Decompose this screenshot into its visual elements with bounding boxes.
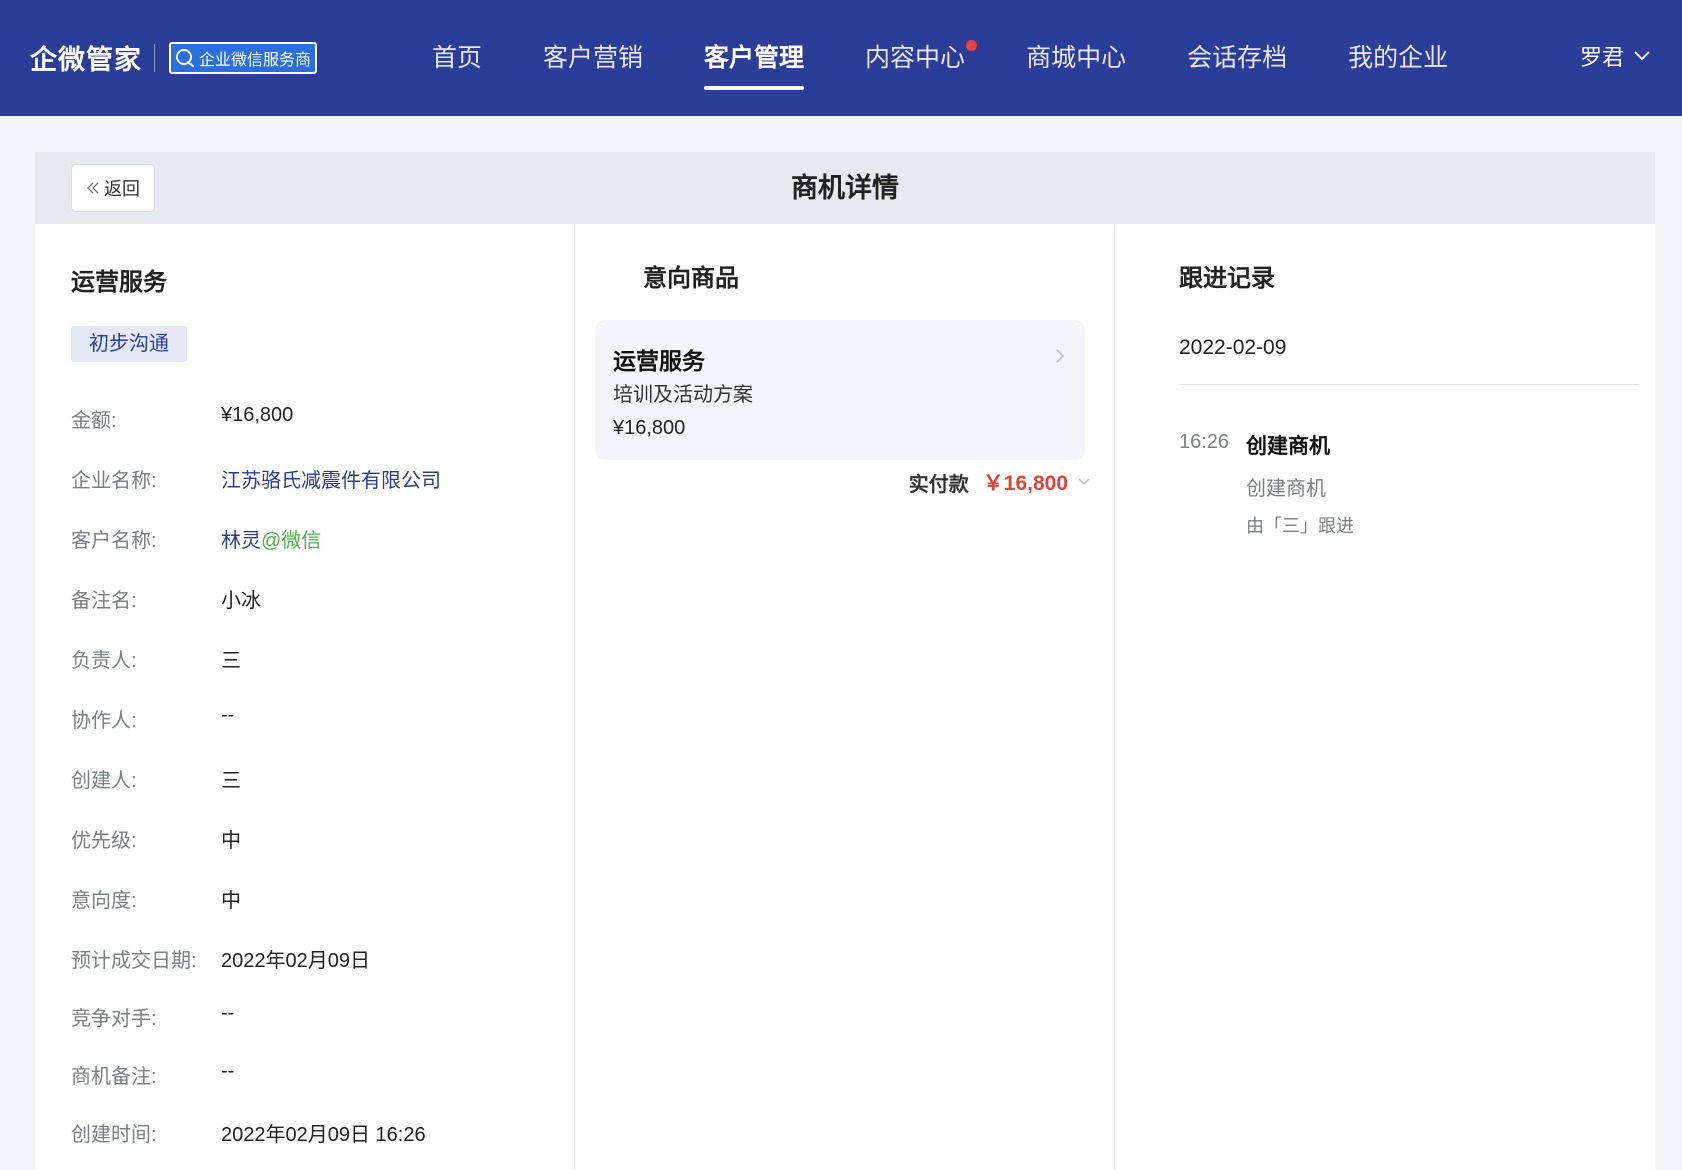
field-label: 意向度: [71, 890, 137, 912]
brand-divider [154, 43, 155, 72]
field-value: -- [221, 704, 235, 726]
opportunity-title: 运营服务 [71, 269, 167, 296]
field-value: -- [221, 1060, 235, 1082]
field-customer: 客户名称: 林灵@微信 [71, 524, 321, 553]
field-competitor: 竞争对手: -- [71, 1002, 234, 1031]
field-intention: 意向度: 中 [71, 884, 241, 913]
field-created-time: 创建时间: 2022年02月09日 16:26 [71, 1118, 426, 1147]
field-creator: 创建人: 三 [71, 764, 241, 793]
nav-label: 首页 [432, 44, 483, 72]
field-label: 商机备注: [71, 1066, 157, 1088]
field-label: 企业名称: [71, 470, 157, 492]
field-value: -- [221, 1002, 235, 1024]
nav-item-mall-center[interactable]: 商城中心 [1026, 0, 1126, 116]
field-priority: 优先级: 中 [71, 824, 241, 853]
divider [1179, 384, 1639, 385]
field-label: 竞争对手: [71, 1008, 157, 1030]
opportunity-info-column: 运营服务 初步沟通 金额: ¥16,800 企业名称: 江苏骆氏减震件有限公司 … [35, 224, 575, 1170]
follow-up-column: 跟进记录 2022-02-09 16:26 创建商机 创建商机 由「三」跟进 [1115, 224, 1655, 1170]
field-value: 中 [221, 890, 241, 912]
wechat-suffix: @微信 [261, 530, 322, 552]
field-label: 协作人: [71, 710, 137, 732]
field-value: 2022年02月09日 16:26 [221, 1124, 426, 1146]
field-label: 金额: [71, 410, 117, 432]
field-label: 预计成交日期: [71, 950, 197, 972]
field-value: 三 [221, 650, 241, 672]
page-title: 商机详情 [791, 173, 899, 203]
back-label: 返回 [104, 179, 140, 199]
goods-name: 运营服务 [613, 348, 705, 374]
panel-header: 商机详情 返回 [35, 152, 1655, 224]
nav-label: 会话存档 [1187, 44, 1288, 72]
nav-label: 客户营销 [543, 44, 644, 72]
top-navigation-bar: 企微管家 企业微信服务商 首页 客户营销 客户管理 内容中心 商城中心 会话存档… [0, 0, 1682, 116]
service-provider-badge: 企业微信服务商 [169, 41, 318, 74]
back-button[interactable]: 返回 [71, 164, 155, 212]
field-opportunity-remark: 商机备注: -- [71, 1060, 234, 1089]
field-label: 备注名: [71, 590, 137, 612]
field-value: 小冰 [221, 590, 261, 612]
nav-item-my-enterprise[interactable]: 我的企业 [1348, 0, 1448, 116]
customer-name: 林灵 [221, 530, 261, 552]
chevron-down-icon [1634, 51, 1650, 61]
nav-label: 内容中心 [865, 44, 966, 72]
nav-label: 客户管理 [704, 44, 805, 72]
field-value: 三 [221, 770, 241, 792]
opportunity-detail-panel: 商机详情 返回 运营服务 初步沟通 金额: ¥16,800 企业名称: 江苏骆氏… [35, 152, 1655, 1170]
field-label: 优先级: [71, 830, 137, 852]
field-label: 创建时间: [71, 1124, 157, 1146]
nav-item-home[interactable]: 首页 [432, 0, 482, 116]
chat-bubble-icon [176, 48, 194, 67]
record-by: 由「三」跟进 [1246, 516, 1354, 536]
goods-card[interactable]: 运营服务 培训及活动方案 ¥16,800 [595, 320, 1085, 460]
double-chevron-left-icon [87, 182, 99, 194]
company-link[interactable]: 江苏骆氏减震件有限公司 [221, 464, 441, 493]
intended-goods-column: 意向商品 运营服务 培训及活动方案 ¥16,800 实付款 ￥16,800 [575, 224, 1115, 1170]
main-nav: 首页 客户营销 客户管理 内容中心 商城中心 会话存档 我的企业 [432, 0, 1509, 116]
field-label: 客户名称: [71, 530, 157, 552]
badge-text: 企业微信服务商 [199, 51, 312, 69]
user-menu[interactable]: 罗君 [1580, 40, 1650, 72]
chevron-right-icon [1056, 349, 1065, 363]
goods-desc: 培训及活动方案 [613, 384, 753, 406]
field-company: 企业名称: 江苏骆氏减震件有限公司 [71, 464, 441, 493]
brand-logo[interactable]: 企微管家 企业微信服务商 [30, 38, 318, 77]
goods-section-title: 意向商品 [643, 265, 739, 292]
brand-name: 企微管家 [30, 45, 142, 75]
nav-item-content-center[interactable]: 内容中心 [865, 0, 978, 116]
field-value: 2022年02月09日 [221, 950, 370, 972]
record-time: 16:26 [1179, 431, 1230, 453]
paid-amount: ￥16,800 [982, 472, 1068, 495]
chevron-down-icon [1078, 478, 1090, 485]
customer-link[interactable]: 林灵@微信 [221, 524, 321, 553]
record-title: 创建商机 [1246, 435, 1330, 458]
field-remark-name: 备注名: 小冰 [71, 584, 261, 613]
nav-item-session-archive[interactable]: 会话存档 [1187, 0, 1287, 116]
followup-date: 2022-02-09 [1179, 336, 1287, 359]
stage-tag: 初步沟通 [71, 326, 187, 362]
field-label: 创建人: [71, 770, 137, 792]
paid-amount-row[interactable]: 实付款 ￥16,800 [909, 464, 1090, 500]
field-value: ¥16,800 [221, 404, 294, 426]
field-amount: 金额: ¥16,800 [71, 404, 293, 433]
field-expected-date: 预计成交日期: 2022年02月09日 [71, 944, 370, 973]
followup-section-title: 跟进记录 [1179, 265, 1275, 292]
nav-label: 我的企业 [1348, 44, 1449, 72]
field-value: 中 [221, 830, 241, 852]
user-name: 罗君 [1579, 45, 1624, 70]
goods-price: ¥16,800 [613, 417, 686, 439]
nav-label: 商城中心 [1026, 44, 1127, 72]
field-collaborator: 协作人: -- [71, 704, 234, 733]
nav-item-customer-marketing[interactable]: 客户营销 [543, 0, 643, 116]
field-owner: 负责人: 三 [71, 644, 241, 673]
nav-item-customer-management[interactable]: 客户管理 [704, 0, 805, 116]
field-label: 负责人: [71, 650, 137, 672]
notification-dot [966, 40, 978, 51]
paid-label: 实付款 [908, 473, 969, 496]
record-desc: 创建商机 [1246, 478, 1326, 500]
